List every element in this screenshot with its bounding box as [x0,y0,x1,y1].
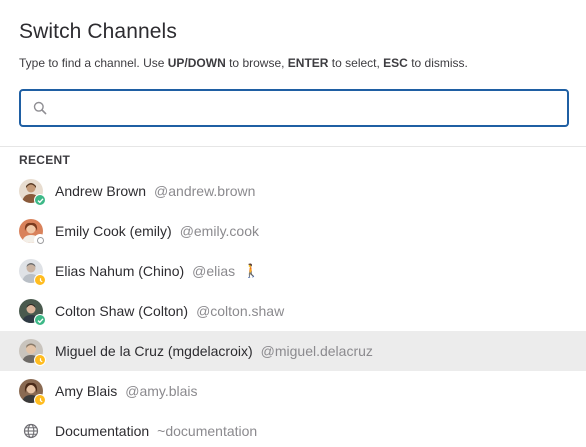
item-handle: @amy.blais [125,383,198,399]
item-handle: @colton.shaw [196,303,285,319]
switch-channels-modal: Switch Channels Type to find a channel. … [0,0,586,447]
item-name: Elias Nahum (Chino) [55,263,185,279]
list-item[interactable]: Amy Blais @amy.blais [0,371,586,411]
list-item[interactable]: Emily Cook (emily) @emily.cook [0,211,586,251]
avatar [19,259,46,286]
online-status-icon [34,314,46,326]
item-handle: ~documentation [157,423,258,439]
item-name: Andrew Brown [55,183,147,199]
away-status-icon [34,394,46,406]
avatar [19,179,46,206]
item-name: Amy Blais [55,383,118,399]
online-status-icon [34,194,46,206]
globe-icon [19,419,43,443]
list-item[interactable]: Elias Nahum (Chino) @elias 🚶 [0,251,586,291]
item-handle: @andrew.brown [154,183,256,199]
item-name: Documentation [55,423,150,439]
item-name: Colton Shaw (Colton) [55,303,189,319]
avatar [19,299,46,326]
item-name: Miguel de la Cruz (mgdelacroix) [55,343,253,359]
modal-instructions: Type to find a channel. Use UP/DOWN to b… [19,56,468,70]
item-handle: @miguel.delacruz [260,343,373,359]
search-input[interactable] [54,91,567,125]
away-status-icon [34,354,46,366]
list-item[interactable]: Andrew Brown @andrew.brown [0,171,586,211]
recent-section-label: RECENT [19,153,71,167]
modal-title: Switch Channels [19,20,177,43]
channel-list: RECENT Andrew Brown @andrew.brown Emily … [0,148,586,447]
search-icon [32,100,48,116]
item-name: Emily Cook (emily) [55,223,172,239]
offline-status-icon [34,234,46,246]
away-status-icon [34,274,46,286]
list-item[interactable]: Colton Shaw (Colton) @colton.shaw [0,291,586,331]
list-item[interactable]: Miguel de la Cruz (mgdelacroix) @miguel.… [0,331,586,371]
item-handle: @emily.cook [179,223,259,239]
avatar [19,219,46,246]
item-handle: @elias [192,263,236,279]
list-item[interactable]: Documentation ~documentation [0,411,586,447]
search-box[interactable] [19,89,569,127]
avatar [19,379,46,406]
modal-header: Switch Channels Type to find a channel. … [0,0,586,147]
walking-person-icon: 🚶 [243,263,260,278]
avatar [19,339,46,366]
